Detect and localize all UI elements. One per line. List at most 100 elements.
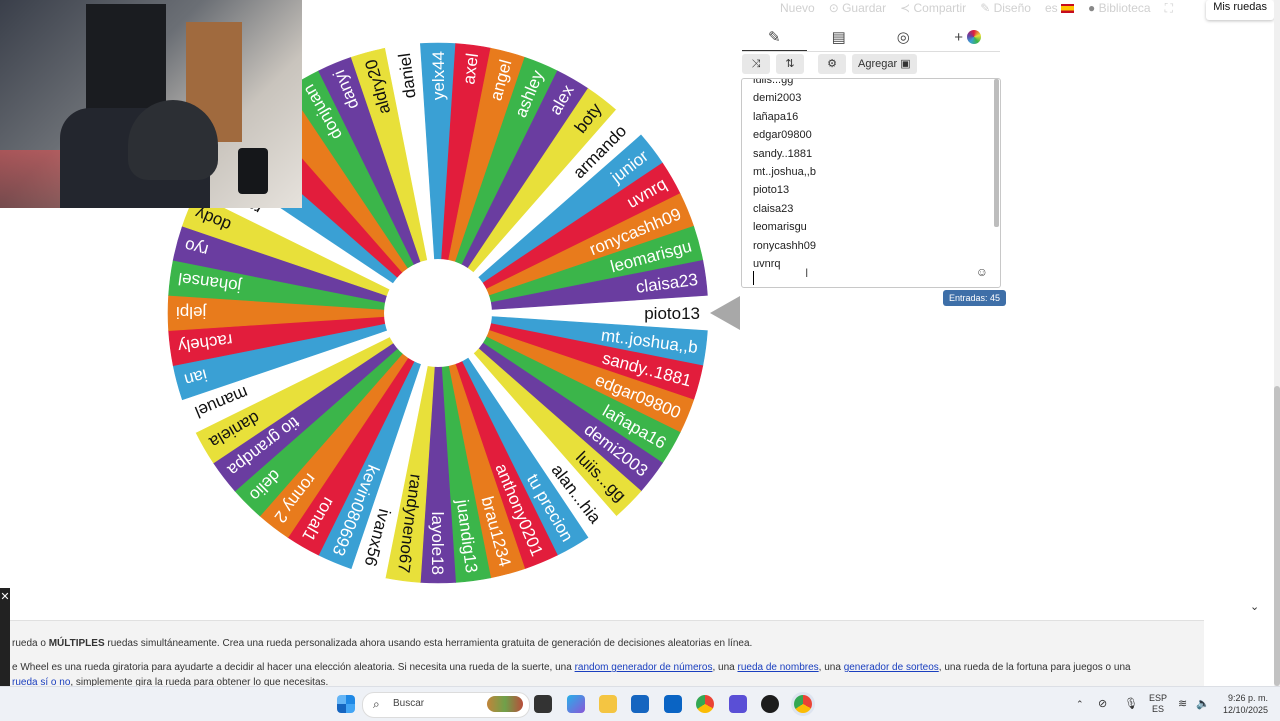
shuffle-icon: ⤨ — [751, 58, 761, 70]
wheel-entry-label: layole18 — [428, 512, 447, 575]
list-item[interactable]: luiis...gg — [753, 79, 816, 89]
windows-taskbar: ⌕ Buscar ⌃ ⊘ 🎙 ESP ES ≋ 🔈 9:26 p. m. 12/10… — [0, 686, 1280, 721]
file-explorer-icon[interactable] — [599, 695, 617, 713]
entries-count-badge: Entradas: 45 — [943, 290, 1007, 306]
tray-overflow-icon[interactable]: ⌃ — [1076, 687, 1084, 721]
list-item[interactable]: leomarisgu — [753, 218, 816, 236]
tab-results[interactable]: ▤ — [807, 26, 872, 52]
diseno-label: Diseño — [993, 1, 1031, 15]
spain-flag-icon — [1060, 4, 1074, 14]
person-cap — [128, 100, 218, 180]
list-item[interactable]: sandy..1881 — [753, 145, 816, 163]
language-indicator[interactable]: ESP ES — [1149, 693, 1167, 715]
save-icon: ⊙ — [828, 1, 843, 15]
share-icon: ≺ — [900, 1, 914, 15]
link-name-wheel[interactable]: rueda de nombres — [737, 662, 818, 673]
lang-bottom: ES — [1152, 704, 1165, 714]
wheel-entry-label: pioto13 — [644, 304, 700, 323]
sort-button[interactable]: ⇅ — [776, 54, 804, 74]
wheel-entry-label: jelpi — [176, 303, 207, 322]
tab-add-wheel[interactable]: + — [936, 26, 1001, 52]
language-label: es — [1044, 1, 1058, 15]
close-overlay-button[interactable]: ✕ — [0, 588, 10, 686]
entries-scrollbar[interactable] — [994, 79, 999, 227]
chevron-down-icon[interactable]: ⌄ — [1250, 600, 1259, 613]
top-menu: Nuevo ⊙ Guardar ≺ Compartir ✎ Diseño es … — [780, 0, 1280, 16]
globe-icon: ● — [1087, 1, 1099, 15]
editor-tabs: ✎ ▤ ◎ + — [742, 26, 1000, 52]
biblioteca-button[interactable]: ● Biblioteca — [1088, 1, 1151, 15]
mis-ruedas-button[interactable]: Mis ruedas — [1206, 0, 1274, 20]
compartir-button[interactable]: ≺ Compartir — [900, 1, 966, 15]
copilot-icon[interactable] — [729, 695, 747, 713]
wifi-icon[interactable]: ≋ — [1178, 687, 1187, 721]
text: e Wheel es una rueda giratoria para ayud… — [12, 662, 575, 673]
meet-icon[interactable]: ⊘ — [1098, 687, 1107, 721]
pencil-icon: ✎ — [767, 29, 781, 46]
ibeam-cursor-icon: I — [805, 266, 809, 280]
search-placeholder: Buscar — [393, 698, 425, 709]
emoji-button[interactable]: ☺ — [976, 265, 988, 279]
editor-toolbar: ⤨ ⇅ ⚙ Agregar ▣ — [742, 54, 917, 74]
list-item[interactable]: lañapa16 — [753, 108, 816, 126]
tab-hide[interactable]: ◎ — [871, 26, 936, 52]
volume-icon[interactable]: 🔈 — [1196, 687, 1210, 721]
language-selector[interactable]: es — [1045, 1, 1074, 15]
curtain — [86, 4, 166, 114]
shuffle-button[interactable]: ⤨ — [742, 54, 770, 74]
agregar-image-button[interactable]: Agregar ▣ — [852, 54, 917, 74]
widgets-icon[interactable] — [567, 695, 585, 713]
color-wheel-icon — [967, 30, 982, 44]
task-view-icon[interactable] — [534, 695, 552, 713]
link-random-numbers[interactable]: random generador de números — [575, 662, 713, 673]
plus-icon: + — [954, 29, 964, 46]
wheel-entry-label: yelx44 — [429, 51, 448, 100]
time: 9:26 p. m. — [1227, 693, 1268, 703]
tabs-divider — [742, 51, 1000, 52]
text: , una rueda de la fortuna para juegos o … — [938, 662, 1131, 673]
entries-list: luiis...gg demi2003 lañapa16 edgar09800 … — [753, 79, 816, 273]
store-icon[interactable] — [631, 695, 649, 713]
wheel-entry-label: axel — [459, 52, 482, 85]
close-icon: ✕ — [0, 591, 10, 603]
outlook-icon[interactable] — [664, 695, 682, 713]
fullscreen-icon[interactable]: ⛶ — [1165, 1, 1173, 16]
chrome-active-icon[interactable] — [794, 695, 812, 713]
guardar-label: Guardar — [842, 1, 887, 15]
smiley-icon: ☺ — [975, 265, 988, 279]
list-item[interactable]: claisa23 — [753, 200, 816, 218]
list-item[interactable]: mt..joshua,,b — [753, 163, 816, 181]
text-cursor — [753, 271, 754, 285]
list-item[interactable]: demi2003 — [753, 89, 816, 107]
search-highlight-image — [487, 696, 523, 712]
obs-icon[interactable] — [761, 695, 779, 713]
sort-icon: ⇅ — [785, 58, 795, 70]
text-bold: MÚLTIPLES — [48, 638, 105, 649]
text: rueda o — [12, 638, 49, 649]
clock[interactable]: 9:26 p. m. 12/10/2025 — [1218, 692, 1268, 716]
text: , una — [712, 662, 738, 673]
entries-textarea[interactable]: luiis...gg demi2003 lañapa16 edgar09800 … — [741, 78, 1001, 288]
settings-button[interactable]: ⚙ — [818, 54, 846, 74]
list-item[interactable]: ronycashh09 — [753, 237, 816, 255]
link-raffle-generator[interactable]: generador de sorteos — [844, 662, 939, 673]
guardar-button[interactable]: ⊙ Guardar — [829, 1, 886, 15]
text: ruedas simultáneamente. Crea una rueda p… — [104, 638, 753, 649]
page-scrollbar-thumb[interactable] — [1274, 386, 1280, 686]
microphone-icon[interactable]: 🎙 — [1124, 687, 1138, 721]
chrome-icon[interactable] — [696, 695, 714, 713]
wheel-center[interactable] — [384, 259, 492, 367]
led-light — [0, 150, 60, 208]
windows-start-icon[interactable] — [337, 695, 355, 713]
list-item[interactable]: pioto13 — [753, 181, 816, 199]
nuevo-button[interactable]: Nuevo — [780, 1, 815, 15]
taskbar-search[interactable]: ⌕ Buscar — [362, 692, 530, 718]
description-line-1: rueda o MÚLTIPLES ruedas simultáneamente… — [12, 638, 752, 649]
list-item[interactable]: edgar09800 — [753, 126, 816, 144]
webcam-overlay — [0, 0, 302, 208]
diseno-button[interactable]: ✎ Diseño — [980, 1, 1031, 15]
search-icon: ⌕ — [373, 697, 380, 711]
page-scrollbar[interactable] — [1274, 0, 1280, 686]
tab-edit[interactable]: ✎ — [742, 26, 807, 52]
eye-slash-icon: ◎ — [896, 29, 910, 46]
